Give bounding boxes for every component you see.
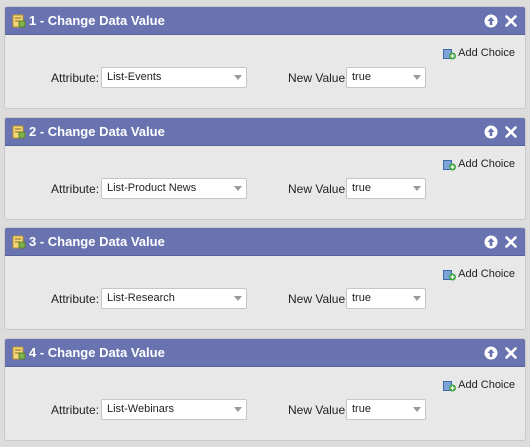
flow-step-icon (12, 125, 26, 139)
chevron-down-icon (413, 296, 421, 301)
new-value-select[interactable]: true (346, 399, 426, 420)
add-choice-button[interactable]: Add Choice (443, 45, 515, 61)
step-header: 2 - Change Data Value (5, 118, 525, 146)
attribute-value: List-Webinars (107, 403, 175, 415)
attribute-label: Attribute: (51, 292, 100, 306)
attribute-label: Attribute: (51, 403, 100, 417)
new-value-select[interactable]: true (346, 178, 426, 199)
step-title: 2 - Change Data Value (29, 124, 165, 139)
attribute-select[interactable]: List-Webinars (101, 399, 247, 420)
flow-step-3: 3 - Change Data Value Add Choice Attribu… (4, 227, 526, 330)
chevron-down-icon (234, 186, 242, 191)
add-choice-icon (443, 380, 457, 391)
add-choice-icon (443, 159, 457, 170)
flow-step-2: 2 - Change Data Value Add Choice Attribu… (4, 117, 526, 220)
flow-step-icon (12, 14, 26, 28)
add-choice-label: Add Choice (458, 379, 515, 391)
flow-step-1: 1 - Change Data Value Add Choice Attribu… (4, 6, 526, 109)
chevron-down-icon (234, 296, 242, 301)
chevron-down-icon (234, 407, 242, 412)
add-choice-button[interactable]: Add Choice (443, 266, 515, 282)
attribute-label: Attribute: (51, 182, 100, 196)
step-title: 1 - Change Data Value (29, 13, 165, 28)
add-choice-label: Add Choice (458, 47, 515, 59)
add-choice-button[interactable]: Add Choice (443, 156, 515, 172)
new-value-label: New Value: (288, 71, 349, 85)
add-choice-button[interactable]: Add Choice (443, 377, 515, 393)
new-value-value: true (352, 182, 371, 194)
arrow-up-icon[interactable] (484, 125, 498, 139)
new-value-label: New Value: (288, 182, 349, 196)
attribute-value: List-Research (107, 292, 175, 304)
new-value-value: true (352, 71, 371, 83)
arrow-up-icon[interactable] (484, 346, 498, 360)
step-header: 1 - Change Data Value (5, 7, 525, 35)
arrow-up-icon[interactable] (484, 14, 498, 28)
flow-step-4: 4 - Change Data Value Add Choice Attribu… (4, 338, 526, 441)
add-choice-icon (443, 269, 457, 280)
chevron-down-icon (234, 75, 242, 80)
new-value-value: true (352, 403, 371, 415)
add-choice-label: Add Choice (458, 158, 515, 170)
step-header: 3 - Change Data Value (5, 228, 525, 256)
close-icon[interactable] (504, 14, 518, 28)
attribute-select[interactable]: List-Research (101, 288, 247, 309)
step-title: 3 - Change Data Value (29, 234, 165, 249)
new-value-select[interactable]: true (346, 288, 426, 309)
chevron-down-icon (413, 407, 421, 412)
step-header: 4 - Change Data Value (5, 339, 525, 367)
attribute-label: Attribute: (51, 71, 100, 85)
close-icon[interactable] (504, 235, 518, 249)
attribute-select[interactable]: List-Product News (101, 178, 247, 199)
flow-step-icon (12, 235, 26, 249)
attribute-select[interactable]: List-Events (101, 67, 247, 88)
flow-step-icon (12, 346, 26, 360)
new-value-label: New Value: (288, 292, 349, 306)
new-value-select[interactable]: true (346, 67, 426, 88)
close-icon[interactable] (504, 125, 518, 139)
close-icon[interactable] (504, 346, 518, 360)
step-title: 4 - Change Data Value (29, 345, 165, 360)
arrow-up-icon[interactable] (484, 235, 498, 249)
chevron-down-icon (413, 186, 421, 191)
new-value-label: New Value: (288, 403, 349, 417)
attribute-value: List-Events (107, 71, 162, 83)
new-value-value: true (352, 292, 371, 304)
attribute-value: List-Product News (107, 182, 197, 194)
add-choice-icon (443, 48, 457, 59)
add-choice-label: Add Choice (458, 268, 515, 280)
chevron-down-icon (413, 75, 421, 80)
